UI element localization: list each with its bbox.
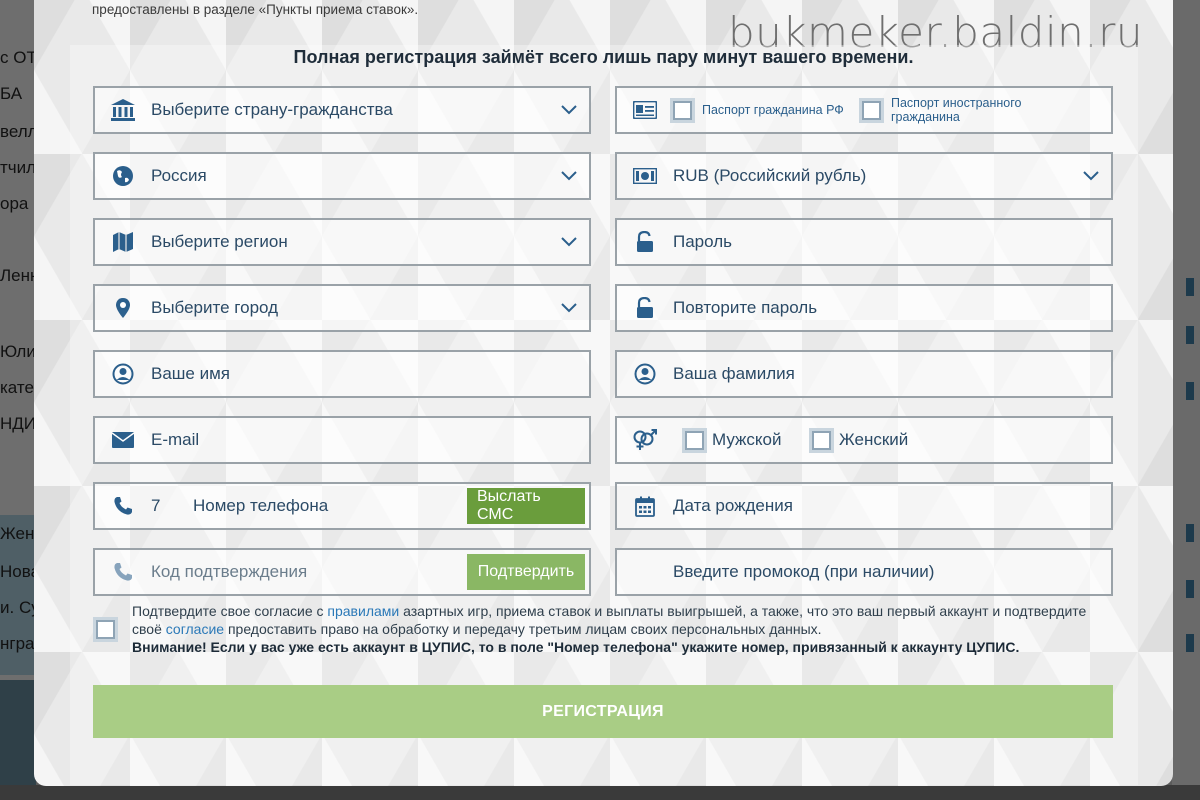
region-select-label: Выберите регион <box>151 232 288 251</box>
map-icon <box>95 231 151 253</box>
background-text: НДИ <box>0 414 36 433</box>
passport-foreign-checkbox[interactable] <box>862 100 881 120</box>
region-select[interactable]: Выберите регион <box>93 218 591 266</box>
background-text: тчил <box>0 158 36 177</box>
chevron-down-icon <box>549 303 589 313</box>
phone-icon <box>95 496 151 516</box>
rules-link[interactable]: правилами <box>327 603 399 619</box>
last-name-placeholder: Ваша фамилия <box>673 364 795 383</box>
promo-code-field[interactable]: Введите промокод (при наличии) <box>615 548 1113 596</box>
first-name-field[interactable]: Ваше имя <box>93 350 591 398</box>
currency-select-label: RUB (Российский рубль) <box>673 166 867 185</box>
agreement-text: Подтвердите свое согласие с правилами аз… <box>132 602 1092 656</box>
passport-type-field: Паспорт гражданина РФ Паспорт иностранно… <box>615 86 1113 134</box>
gender-female-checkbox[interactable] <box>812 430 831 450</box>
background-text: Юли <box>0 342 36 361</box>
background-right-column <box>1172 0 1200 800</box>
gender-male-label: Мужской <box>712 430 782 449</box>
id-card-icon <box>617 101 673 119</box>
cupis-warning: Внимание! Если у вас уже есть аккаунт в … <box>132 639 1020 655</box>
globe-icon <box>95 165 151 187</box>
phone-prefix: 7 <box>151 496 161 515</box>
background-text: велл <box>0 122 36 141</box>
background-text: с ОТ <box>0 48 36 67</box>
background-text: ора <box>0 194 29 213</box>
envelope-icon <box>95 432 151 448</box>
confirmation-code-field[interactable]: Код подтверждения Подтвердить <box>93 548 591 596</box>
unlock-icon <box>617 231 673 253</box>
gender-icon <box>617 429 673 451</box>
send-sms-button[interactable]: Выслать СМС <box>467 488 585 524</box>
birthdate-field[interactable]: Дата рождения <box>615 482 1113 530</box>
background-text: Жен <box>0 524 35 543</box>
consent-link[interactable]: согласие <box>166 621 224 637</box>
background-bottom-block <box>0 680 36 800</box>
chevron-down-icon <box>549 237 589 247</box>
passport-foreign-label: Паспорт иностранного гражданина <box>891 96 1022 124</box>
background-marker <box>1186 382 1194 400</box>
background-marker <box>1186 278 1194 296</box>
phone-icon <box>95 562 151 582</box>
gender-male-checkbox[interactable] <box>685 430 704 450</box>
passport-rf-checkbox[interactable] <box>673 100 692 120</box>
form-title: Полная регистрация займёт всего лишь пар… <box>293 47 914 67</box>
promo-code-placeholder: Введите промокод (при наличии) <box>673 562 935 581</box>
background-text: нгра <box>0 634 35 653</box>
background-left-column: с ОТ БА велл тчил ора Ленн Юли катер НДИ… <box>0 0 36 800</box>
gender-field: Мужской Женский <box>615 416 1113 464</box>
bank-icon <box>95 98 151 122</box>
background-text: Нова <box>0 562 36 581</box>
email-field[interactable]: E-mail <box>93 416 591 464</box>
background-bottom-strip <box>0 785 1200 800</box>
first-name-placeholder: Ваше имя <box>151 364 230 383</box>
registration-modal: предоставлены в разделе «Пункты приема с… <box>34 0 1173 786</box>
agreement-checkbox[interactable] <box>96 620 115 639</box>
user-circle-icon <box>95 363 151 385</box>
agreement-part-1: Подтвердите свое согласие с <box>132 603 328 619</box>
background-text: катер <box>0 378 36 397</box>
register-button[interactable]: РЕГИСТРАЦИЯ <box>93 685 1113 738</box>
background-marker <box>1186 524 1194 542</box>
chevron-down-icon <box>549 105 589 115</box>
passport-rf-label: Паспорт гражданина РФ <box>702 103 844 117</box>
email-placeholder: E-mail <box>151 430 200 449</box>
user-circle-icon <box>617 363 673 385</box>
phone-field[interactable]: 7 Номер телефона Выслать СМС <box>93 482 591 530</box>
city-select[interactable]: Выберите город <box>93 284 591 332</box>
country-select-label: Выберите страну-гражданства <box>151 100 393 119</box>
currency-select[interactable]: RUB (Российский рубль) <box>615 152 1113 200</box>
country-russia-select[interactable]: Россия <box>93 152 591 200</box>
city-select-label: Выберите город <box>151 298 279 317</box>
money-icon <box>617 168 673 184</box>
repeat-password-field[interactable]: Повторите пароль <box>615 284 1113 332</box>
password-field[interactable]: Пароль <box>615 218 1113 266</box>
background-marker <box>1186 580 1194 598</box>
password-placeholder: Пароль <box>673 232 732 251</box>
unlock-icon <box>617 297 673 319</box>
repeat-password-placeholder: Повторите пароль <box>673 298 818 317</box>
calendar-icon <box>617 496 673 517</box>
gender-female-label: Женский <box>839 430 909 449</box>
last-name-field[interactable]: Ваша фамилия <box>615 350 1113 398</box>
background-marker <box>1186 326 1194 344</box>
country-russia-label: Россия <box>151 166 207 185</box>
background-marker <box>1186 634 1194 652</box>
agreement-part-3: предоставить право на обработку и переда… <box>224 621 822 637</box>
background-text: БА <box>0 84 23 103</box>
confirm-button[interactable]: Подтвердить <box>467 554 585 590</box>
chevron-down-icon <box>1071 171 1111 181</box>
chevron-down-icon <box>549 171 589 181</box>
background-text: и. Су <box>0 598 36 617</box>
background-text: Ленн <box>0 266 36 285</box>
birthdate-placeholder: Дата рождения <box>673 496 793 515</box>
country-select[interactable]: Выберите страну-гражданства <box>93 86 591 134</box>
location-pin-icon <box>95 297 151 319</box>
